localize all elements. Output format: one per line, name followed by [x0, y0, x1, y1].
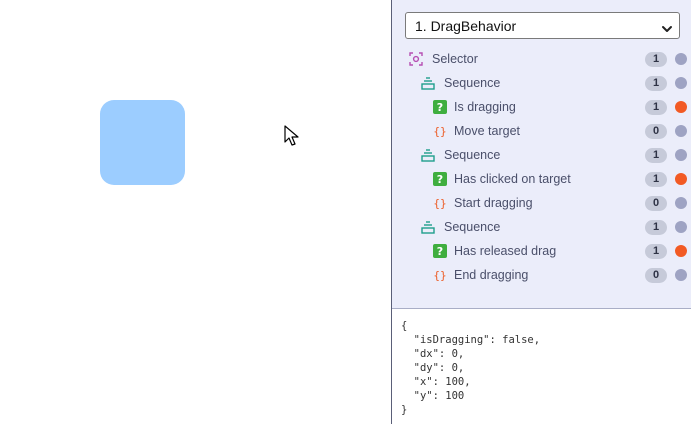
tree-node-condition[interactable]: ? Has clicked on target 1: [392, 167, 691, 191]
selector-icon: [409, 52, 423, 66]
sequence-icon: [421, 220, 435, 234]
tree-node-label: Selector: [432, 52, 478, 66]
tick-count-badge: 1: [645, 76, 667, 91]
sequence-icon: [421, 148, 435, 162]
condition-icon: ?: [433, 172, 447, 186]
tick-count-badge: 1: [645, 148, 667, 163]
tree-node-action[interactable]: {} End dragging 0: [392, 263, 691, 287]
action-icon: {}: [433, 124, 447, 138]
svg-text:?: ?: [437, 173, 443, 186]
tree-node-condition[interactable]: ? Is dragging 1: [392, 95, 691, 119]
svg-text:?: ?: [437, 101, 443, 114]
tick-count-badge: 1: [645, 220, 667, 235]
tick-count-badge: 1: [645, 100, 667, 115]
tree-node-label: Has clicked on target: [454, 172, 571, 186]
tree-node-sequence[interactable]: Sequence 1: [392, 143, 691, 167]
tree-node-label: Has released drag: [454, 244, 557, 258]
svg-text:?: ?: [437, 245, 443, 258]
tree-node-label: Sequence: [444, 220, 501, 234]
status-dot: [675, 53, 687, 65]
svg-text:{}: {}: [433, 269, 446, 282]
chevron-down-icon: [661, 21, 673, 32]
status-dot: [675, 221, 687, 233]
condition-icon: ?: [433, 244, 447, 258]
condition-icon: ?: [433, 100, 447, 114]
action-icon: {}: [433, 196, 447, 210]
tree-node-action[interactable]: {} Move target 0: [392, 119, 691, 143]
status-dot: [675, 149, 687, 161]
arrow-cursor-icon: [284, 125, 300, 147]
tick-count-badge: 1: [645, 244, 667, 259]
behavior-select-value: 1. DragBehavior: [415, 18, 517, 34]
tree-node-condition[interactable]: ? Has released drag 1: [392, 239, 691, 263]
status-dot: [675, 77, 687, 89]
tree-node-label: Is dragging: [454, 100, 516, 114]
tick-count-badge: 0: [645, 124, 667, 139]
action-icon: {}: [433, 268, 447, 282]
tree-node-label: Move target: [454, 124, 521, 138]
tick-count-badge: 1: [645, 172, 667, 187]
tree-node-label: Sequence: [444, 76, 501, 90]
svg-text:{}: {}: [433, 197, 446, 210]
tree-node-label: Start dragging: [454, 196, 533, 210]
behavior-select[interactable]: 1. DragBehavior: [405, 12, 680, 39]
status-dot: [675, 245, 687, 257]
status-dot: [675, 197, 687, 209]
canvas-stage[interactable]: [0, 0, 391, 424]
tree-node-label: End dragging: [454, 268, 529, 282]
status-dot: [675, 125, 687, 137]
tree-node-sequence[interactable]: Sequence 1: [392, 215, 691, 239]
tick-count-badge: 0: [645, 196, 667, 211]
tree-node-label: Sequence: [444, 148, 501, 162]
tick-count-badge: 1: [645, 52, 667, 67]
tree-node-action[interactable]: {} Start dragging 0: [392, 191, 691, 215]
status-dot: [675, 269, 687, 281]
tree-node-sequence[interactable]: Sequence 1: [392, 71, 691, 95]
blackboard-json: { "isDragging": false, "dx": 0, "dy": 0,…: [401, 320, 541, 416]
debug-panel: 1. DragBehavior Selector 1 Sequence 1? Is dr…: [391, 0, 691, 424]
status-dot: [675, 173, 687, 185]
svg-text:{}: {}: [433, 125, 446, 138]
behavior-tree-view: 1. DragBehavior Selector 1 Sequence 1? Is dr…: [392, 0, 691, 309]
tree-node-selector[interactable]: Selector 1: [392, 47, 691, 71]
status-dot: [675, 101, 687, 113]
tick-count-badge: 0: [645, 268, 667, 283]
drag-target-box[interactable]: [100, 100, 185, 185]
sequence-icon: [421, 76, 435, 90]
